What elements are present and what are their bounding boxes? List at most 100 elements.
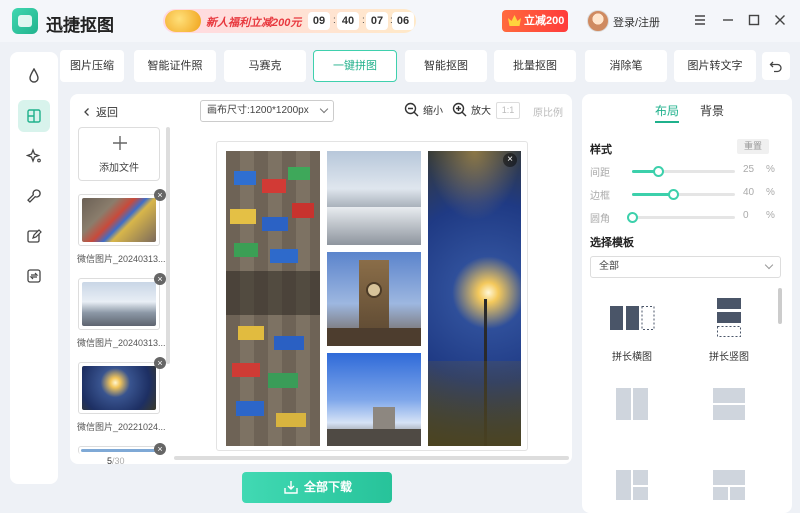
rail-item-watermark[interactable] (18, 60, 50, 92)
template-two-rows-icon (713, 388, 745, 420)
tab-batch-cutout[interactable]: 批量抠图 (494, 50, 576, 82)
add-file-label: 添加文件 (99, 163, 139, 174)
undo-button[interactable] (762, 52, 790, 80)
remove-file-icon[interactable]: × (154, 443, 166, 455)
countdown-minutes: 40 (337, 12, 359, 30)
file-thumb-3[interactable] (78, 362, 160, 414)
download-all-button[interactable]: 全部下载 (242, 472, 392, 503)
tab-collage[interactable]: 一键拼图 (313, 50, 397, 82)
tool-tabs: 图片压缩 智能证件照 马赛克 一键拼图 智能抠图 批量抠图 消除笔 图片转文字 (60, 50, 758, 84)
avatar[interactable] (587, 10, 609, 32)
border-label: 边框 (590, 191, 610, 202)
remove-file-icon[interactable]: × (154, 273, 166, 285)
tab-background[interactable]: 背景 (700, 102, 724, 119)
tab-smart-cutout[interactable]: 智能抠图 (405, 50, 487, 82)
slider-track[interactable] (632, 166, 735, 177)
ratio-button[interactable]: 1:1 (496, 102, 520, 119)
template-long-vertical[interactable]: 拼长竖图 (699, 294, 759, 363)
tab-mosaic[interactable]: 马赛克 (224, 50, 306, 82)
collage-photo-signs[interactable] (226, 151, 320, 446)
active-tab-indicator (655, 121, 679, 123)
file-list-scrollbar[interactable] (166, 127, 170, 364)
original-ratio-button[interactable]: 原比例 (533, 104, 563, 119)
spacing-value: 25 (743, 164, 755, 175)
spacing-slider[interactable]: 间距 25 % (590, 164, 780, 179)
zoom-out-button[interactable]: 缩小 (404, 102, 443, 117)
minimize-icon[interactable] (719, 11, 737, 29)
canvas-panel: 返回 画布尺寸:1200*1200px 缩小 放大 1:1 原比例 添加文件 ×… (70, 94, 572, 466)
remove-file-icon[interactable]: × (154, 357, 166, 369)
vip-discount-button[interactable]: 立减200 (502, 10, 568, 32)
template-filter-select[interactable]: 全部 (590, 256, 781, 278)
rail-item-collage[interactable] (18, 100, 50, 132)
template-three-split-icon (616, 470, 648, 500)
collage-photo-night[interactable] (428, 151, 521, 446)
border-slider[interactable]: 边框 40 % (590, 187, 780, 202)
collage-canvas[interactable] (216, 141, 528, 451)
slider-handle[interactable] (668, 189, 680, 200)
collage-icon (27, 109, 41, 123)
slider-handle[interactable] (652, 166, 664, 177)
corner-radius-slider[interactable]: 圆角 0 % (590, 210, 780, 225)
zoom-in-icon (452, 102, 467, 117)
title-bar: 迅捷抠图 新人福利立减200元 09 : 40 : 07 : 06 立减200 … (0, 0, 800, 42)
file-name-1: 微信图片_20240313... (77, 254, 166, 264)
slider-track[interactable] (632, 189, 735, 200)
remove-photo-icon[interactable]: × (503, 153, 517, 167)
zoom-in-button[interactable]: 放大 (452, 102, 491, 117)
tool-rail (10, 52, 58, 484)
file-thumb-1[interactable] (78, 194, 160, 246)
collage-photo-snow[interactable] (327, 151, 421, 245)
template-three-rows[interactable] (699, 464, 759, 504)
tab-image-compress[interactable]: 图片压缩 (60, 50, 124, 82)
file-name-3: 微信图片_20221024... (77, 422, 166, 432)
template-two-columns[interactable] (602, 384, 662, 424)
template-three-split[interactable] (602, 464, 662, 504)
countdown-seconds: 07 (366, 12, 388, 30)
close-icon[interactable] (771, 11, 789, 29)
slider-handle[interactable] (627, 212, 638, 223)
template-two-columns-icon (616, 388, 648, 420)
rail-item-edit[interactable] (18, 220, 50, 252)
rail-item-tools[interactable] (18, 180, 50, 212)
promo-banner[interactable]: 新人福利立减200元 09 : 40 : 07 : 06 (163, 9, 416, 33)
rail-item-convert[interactable] (18, 260, 50, 292)
tab-id-photo[interactable]: 智能证件照 (134, 50, 216, 82)
file-pager: 5/30 (107, 456, 125, 466)
canvas-size-select[interactable]: 画布尺寸:1200*1200px (200, 100, 334, 122)
template-long-horizontal[interactable]: 拼长横图 (602, 294, 662, 363)
convert-icon (27, 269, 41, 283)
maximize-icon[interactable] (745, 11, 763, 29)
back-button[interactable]: 返回 (82, 104, 118, 120)
template-three-rows-icon (713, 470, 745, 500)
file-thumb-4[interactable] (78, 446, 160, 454)
countdown-ms: 06 (392, 12, 414, 30)
file-thumb-2[interactable] (78, 278, 160, 330)
collage-photo-clock-tower[interactable] (327, 252, 421, 346)
tab-image-to-text[interactable]: 图片转文字 (674, 50, 756, 82)
canvas-horizontal-scrollbar[interactable] (174, 456, 569, 460)
slider-track[interactable] (627, 212, 735, 223)
spacing-label: 间距 (590, 168, 610, 179)
remove-file-icon[interactable]: × (154, 189, 166, 201)
tab-eraser[interactable]: 消除笔 (585, 50, 667, 82)
login-link[interactable]: 登录/注册 (613, 14, 660, 30)
template-scrollbar[interactable] (778, 288, 782, 324)
countdown-sep: : (362, 15, 365, 26)
countdown-hours: 09 (308, 12, 330, 30)
slider-fill (632, 193, 674, 196)
corner-radius-value: 0 (743, 210, 749, 221)
promo-text: 新人福利立减200元 (206, 17, 302, 29)
spacing-unit: % (766, 164, 775, 175)
rail-item-effects[interactable] (18, 140, 50, 172)
collage-photo-building[interactable] (327, 353, 421, 446)
border-unit: % (766, 187, 775, 198)
corner-radius-unit: % (766, 210, 775, 221)
reset-button[interactable]: 重置 (737, 139, 769, 154)
tab-layout[interactable]: 布局 (655, 102, 679, 119)
template-two-rows[interactable] (699, 384, 759, 424)
plus-icon (113, 136, 127, 150)
download-icon (284, 481, 298, 494)
add-file-button[interactable]: 添加文件 (78, 127, 160, 181)
menu-icon[interactable] (691, 11, 709, 29)
